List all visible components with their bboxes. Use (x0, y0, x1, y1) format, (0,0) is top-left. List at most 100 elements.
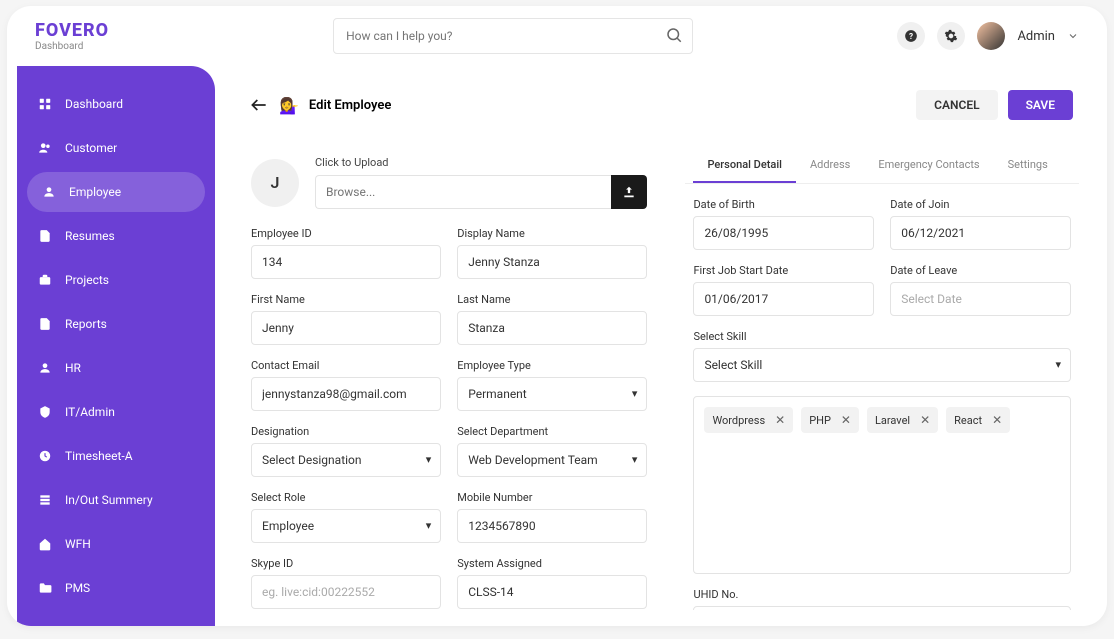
right-panel: Personal Detail Address Emergency Contac… (677, 140, 1087, 610)
contact-email-input[interactable] (251, 377, 441, 411)
sidebar-item-projects[interactable]: Projects (17, 260, 215, 300)
sidebar-item-label: In/Out Summery (65, 493, 153, 507)
search-input[interactable] (333, 18, 693, 54)
employee-id-input[interactable] (251, 245, 441, 279)
department-select[interactable] (457, 443, 647, 477)
close-icon[interactable]: ✕ (841, 413, 851, 427)
dob-label: Date of Birth (693, 198, 874, 211)
tabs: Personal Detail Address Emergency Contac… (685, 148, 1079, 184)
first-name-label: First Name (251, 293, 441, 306)
file-icon (37, 228, 53, 244)
display-name-input[interactable] (457, 245, 647, 279)
skill-chip-label: Wordpress (712, 414, 765, 427)
save-button[interactable]: SAVE (1008, 90, 1073, 120)
page-header: 💁‍♀️ Edit Employee CANCEL SAVE (235, 82, 1087, 128)
skill-chip: Laravel ✕ (867, 407, 938, 433)
person-icon (37, 360, 53, 376)
page-emoji-icon: 💁‍♀️ (279, 96, 299, 115)
skill-select[interactable] (693, 348, 1071, 382)
clock-icon (37, 448, 53, 464)
doj-label: Date of Join (890, 198, 1071, 211)
browse-input[interactable] (315, 175, 611, 209)
cancel-button[interactable]: CANCEL (916, 90, 997, 120)
settings-button[interactable] (937, 22, 965, 50)
last-name-input[interactable] (457, 311, 647, 345)
tab-personal[interactable]: Personal Detail (693, 148, 796, 183)
first-job-input[interactable] (693, 282, 874, 316)
sidebar-item-reports[interactable]: Reports (17, 304, 215, 344)
users-icon (37, 140, 53, 156)
skill-chip: PHP✕ (801, 407, 859, 433)
sidebar-item-dashboard[interactable]: Dashboard (17, 84, 215, 124)
contact-email-label: Contact Email (251, 359, 441, 372)
sidebar-item-pms[interactable]: PMS (17, 568, 215, 608)
uhid-input[interactable] (693, 606, 1071, 610)
upload-button[interactable] (611, 175, 647, 209)
sidebar-item-it-admin[interactable]: IT/Admin (17, 392, 215, 432)
sidebar-item-hr[interactable]: HR (17, 348, 215, 388)
sidebar: Dashboard Customer Employee Resumes Proj… (17, 66, 215, 626)
role-select[interactable] (251, 509, 441, 543)
tab-emergency[interactable]: Emergency Contacts (864, 148, 993, 183)
sidebar-item-timesheet-a[interactable]: Timesheet-A (17, 436, 215, 476)
sidebar-item-label: HR (65, 361, 81, 375)
system-label: System Assigned (457, 557, 647, 570)
last-name-label: Last Name (457, 293, 647, 306)
designation-select[interactable] (251, 443, 441, 477)
skype-input[interactable] (251, 575, 441, 609)
doj-input[interactable] (890, 216, 1071, 250)
role-label: Select Role (251, 491, 441, 504)
svg-text:?: ? (909, 31, 913, 41)
person-icon (41, 184, 57, 200)
department-label: Select Department (457, 425, 647, 438)
grid-icon (37, 96, 53, 112)
sidebar-item-label: PMS (65, 581, 90, 595)
sidebar-item-customer[interactable]: Customer (17, 128, 215, 168)
employee-type-label: Employee Type (457, 359, 647, 372)
brand: FOVERO Dashboard (35, 20, 109, 52)
sidebar-item-in-out-summery[interactable]: In/Out Summery (17, 480, 215, 520)
tab-settings[interactable]: Settings (994, 148, 1062, 183)
designation-label: Designation (251, 425, 441, 438)
close-icon[interactable]: ✕ (775, 413, 785, 427)
mobile-input[interactable] (457, 509, 647, 543)
mobile-label: Mobile Number (457, 491, 647, 504)
close-icon[interactable]: ✕ (920, 413, 930, 427)
sidebar-item-label: Timesheet-A (65, 449, 133, 463)
first-name-input[interactable] (251, 311, 441, 345)
first-job-label: First Job Start Date (693, 264, 874, 277)
system-input[interactable] (457, 575, 647, 609)
back-button[interactable] (249, 95, 269, 115)
close-icon[interactable]: ✕ (992, 413, 1002, 427)
avatar[interactable] (977, 22, 1005, 50)
user-menu-chevron[interactable] (1067, 30, 1079, 42)
employee-id-label: Employee ID (251, 227, 441, 240)
skill-chip: React✕ (946, 407, 1010, 433)
search-wrap (333, 18, 693, 54)
sidebar-item-employee[interactable]: Employee (27, 172, 205, 212)
skype-label: Skype ID (251, 557, 441, 570)
sidebar-item-label: IT/Admin (65, 405, 115, 419)
dol-input[interactable] (890, 282, 1071, 316)
sidebar-item-wfh[interactable]: WFH (17, 524, 215, 564)
document-icon (37, 316, 53, 332)
help-button[interactable]: ? (897, 22, 925, 50)
employee-type-select[interactable] (457, 377, 647, 411)
home-icon (37, 536, 53, 552)
sidebar-item-label: WFH (65, 537, 91, 551)
search-icon[interactable] (665, 26, 683, 44)
list-icon (37, 492, 53, 508)
dob-input[interactable] (693, 216, 874, 250)
tab-address[interactable]: Address (796, 148, 864, 183)
page-title: Edit Employee (309, 98, 391, 113)
sidebar-item-label: Resumes (65, 229, 115, 243)
employee-avatar: J (251, 159, 299, 207)
briefcase-icon (37, 272, 53, 288)
brand-sub: Dashboard (35, 41, 109, 52)
header-actions: ? Admin (897, 22, 1079, 50)
skill-chip-label: Laravel (875, 414, 910, 427)
folder-icon (37, 580, 53, 596)
shield-icon (37, 404, 53, 420)
display-name-label: Display Name (457, 227, 647, 240)
sidebar-item-resumes[interactable]: Resumes (17, 216, 215, 256)
